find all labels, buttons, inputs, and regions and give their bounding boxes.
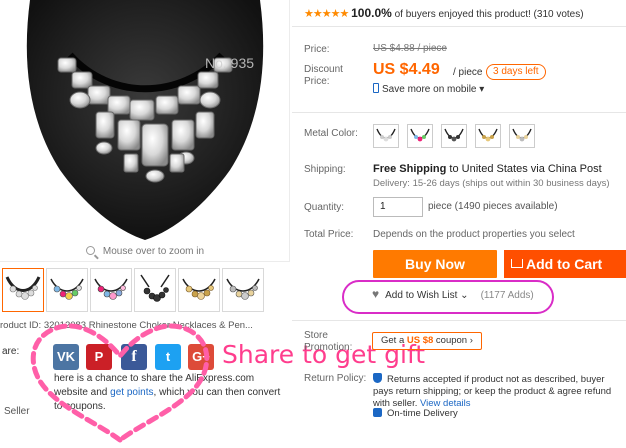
quantity-label: Quantity:: [304, 202, 345, 213]
total-price-note: Depends on the product properties you se…: [373, 229, 575, 240]
zoom-hint: Mouse over to zoom in: [0, 242, 290, 262]
color-option-image: [410, 128, 430, 142]
get-points-link[interactable]: get points: [110, 387, 153, 398]
divider: [292, 26, 626, 27]
wishlist-highlight-annotation: [342, 280, 554, 314]
store-promotion-label-line2: Promotion:: [304, 342, 353, 353]
shipping-label: Shipping:: [304, 164, 346, 175]
discount-label-line1: Discount: [304, 64, 343, 75]
mobile-deal-link[interactable]: Save more on mobile ▾: [373, 82, 484, 95]
thumbnail-image: [5, 276, 41, 300]
thumbnail-image: [182, 278, 216, 300]
free-shipping-text: Free Shipping: [373, 163, 447, 175]
shield-icon: [373, 373, 382, 383]
total-price-label: Total Price:: [304, 229, 354, 240]
thumbnail-image: [94, 278, 128, 300]
color-option-swatch[interactable]: [475, 124, 501, 148]
thumbnail[interactable]: [46, 268, 88, 312]
delivery-badge-icon: [373, 408, 382, 417]
days-left-badge: 3 days left: [486, 64, 546, 80]
mobile-deal-label: Save more on mobile: [382, 84, 477, 95]
coupon-suffix: coupon: [433, 335, 468, 346]
add-to-cart-button[interactable]: Add to Cart: [504, 250, 626, 278]
return-policy-label: Return Policy:: [304, 373, 367, 384]
chevron-right-icon: ›: [469, 335, 473, 346]
share-label: are:: [2, 346, 20, 357]
divider: [292, 112, 626, 113]
rating-percent: 100.0%: [351, 6, 392, 20]
return-policy-description: Returns accepted if product not as descr…: [373, 374, 612, 409]
color-option-swatch[interactable]: [509, 124, 535, 148]
product-main-image[interactable]: No. 935: [0, 0, 290, 262]
necklace-photo: No. 935: [26, 0, 264, 240]
product-id: roduct ID: 32012083 Rhinestone Choker Ne…: [0, 320, 253, 331]
zoom-hint-label: Mouse over to zoom in: [102, 246, 205, 257]
coupon-value: US $8: [406, 335, 434, 346]
seller-label: Seller: [4, 406, 30, 417]
store-promotion-label: Store Promotion:: [304, 330, 352, 354]
discount-price: US $4.49: [373, 61, 440, 78]
thumbnail-image: [226, 278, 260, 300]
watermark-text: No. 935: [205, 55, 254, 71]
discount-label: Discount Price:: [304, 64, 343, 88]
on-time-delivery-label: On-time Delivery: [387, 408, 458, 419]
magnifier-icon: [85, 246, 95, 255]
thumbnail[interactable]: [178, 268, 220, 312]
cart-icon: [511, 259, 523, 268]
facebook-share-button[interactable]: f: [121, 344, 147, 370]
rating-stars-icon: ★★★★★: [304, 8, 349, 20]
vk-share-button[interactable]: VK: [53, 344, 79, 370]
return-policy-text: Returns accepted if product not as descr…: [373, 372, 626, 410]
coupon-prefix: Get a: [381, 335, 407, 346]
color-option-image: [376, 128, 396, 142]
mobile-phone-icon: [373, 83, 379, 93]
thumbnail[interactable]: [90, 268, 132, 312]
original-price: US $4.88 / piece: [373, 43, 447, 54]
rating-summary: ★★★★★ 100.0% of buyers enjoyed this prod…: [304, 6, 584, 20]
google-plus-share-button[interactable]: G+: [188, 344, 214, 370]
store-coupon-button[interactable]: Get a US $8 coupon ›: [372, 332, 482, 350]
divider: [292, 320, 626, 321]
color-option-swatch[interactable]: [441, 124, 467, 148]
color-option-image: [478, 128, 498, 142]
thumbnail-strip: [0, 268, 290, 314]
shipping-destination[interactable]: United States via China Post: [462, 163, 602, 175]
quantity-availability: piece (1490 pieces available): [428, 201, 558, 212]
thumbnail-image: [50, 278, 84, 300]
rating-text: of buyers enjoyed this product! (310 vot…: [394, 9, 584, 20]
quantity-input[interactable]: 1: [373, 197, 423, 217]
delivery-estimate: Delivery: 15-26 days (ships out within 3…: [373, 178, 610, 189]
add-to-cart-label: Add to Cart: [526, 256, 603, 272]
caret-down-icon: ▾: [479, 84, 485, 95]
color-option-image: [512, 128, 532, 142]
shipping-summary: Free Shipping to United States via China…: [373, 163, 602, 175]
shipping-to: to: [449, 163, 459, 175]
metal-color-label: Metal Color:: [304, 128, 358, 139]
color-option-image: [444, 128, 464, 142]
thumbnail[interactable]: [134, 268, 176, 312]
color-option-swatch[interactable]: [373, 124, 399, 148]
pinterest-share-button[interactable]: P: [86, 344, 112, 370]
buy-now-button[interactable]: Buy Now: [373, 250, 497, 278]
thumbnail-image: [140, 274, 170, 302]
price-label: Price:: [304, 44, 330, 55]
color-option-swatch[interactable]: [407, 124, 433, 148]
on-time-delivery-badge: On-time Delivery: [373, 407, 458, 419]
store-promotion-label-line1: Store: [304, 330, 328, 341]
share-description: here is a chance to share the AliExpress…: [54, 372, 286, 414]
price-unit: / piece: [453, 67, 483, 78]
twitter-share-button[interactable]: t: [155, 344, 181, 370]
thumbnail[interactable]: [2, 268, 44, 312]
thumbnail[interactable]: [222, 268, 264, 312]
discount-label-line2: Price:: [304, 76, 330, 87]
